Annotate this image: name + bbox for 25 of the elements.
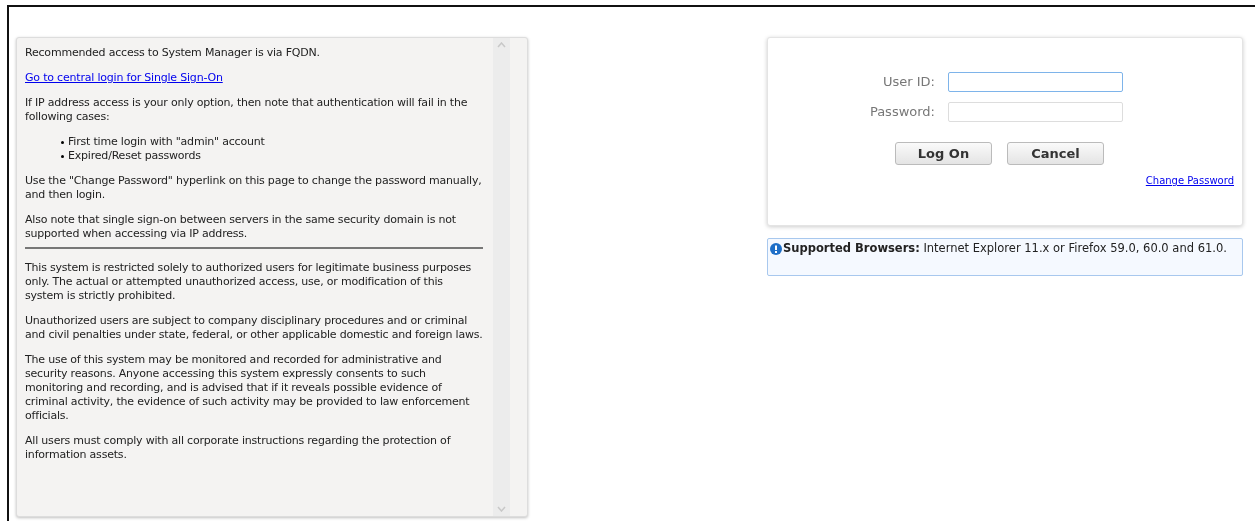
notice-paragraph: Recommended access to System Manager is via FQDN.	[25, 46, 321, 60]
notice-paragraph: Also note that single sign-on between servers in the same security domain is not supported when accessing via IP address.	[25, 213, 457, 241]
input-field[interactable]	[948, 72, 1123, 92]
list-item: Expired/Reset passwords	[68, 149, 201, 163]
info-icon	[770, 243, 782, 255]
form-button[interactable]: Log On	[895, 142, 992, 165]
field-label: User ID:	[882, 73, 936, 92]
bullet-icon	[61, 141, 64, 144]
input-field[interactable]	[948, 102, 1123, 122]
change-password-link[interactable]: Change Password	[1145, 173, 1234, 188]
sso-link[interactable]: Go to central login for Single Sign-On	[25, 71, 223, 85]
scroll-up-icon[interactable]	[497, 42, 506, 48]
notice-paragraph: The use of this system may be monitored and recorded for administrative and security reasons. Anyone accessing this system expressly consents to such monitoring and recording, and is advised that if it reveals possible evidence of criminal activity, the evidence of such activity may be provided to law enforcement officials.	[25, 353, 471, 423]
notice-paragraph: If IP address access is your only option, then note that authentication will fail in the following cases:	[25, 96, 469, 124]
scrollbar[interactable]	[493, 38, 510, 516]
notice-paragraph: All users must comply with all corporate instructions regarding the protection of information assets.	[25, 434, 452, 462]
supported-browsers-note: Supported Browsers: Internet Explorer 11.x or Firefox 59.0, 60.0 and 61.0.	[783, 242, 1227, 255]
bullet-icon	[61, 155, 64, 158]
list-item: First time login with "admin" account	[68, 135, 265, 149]
notice-paragraph: Unauthorized users are subject to company disciplinary procedures and or criminal and civil penalties under state, federal, or other applicable domestic and foreign laws.	[25, 314, 483, 342]
form-button[interactable]: Cancel	[1007, 142, 1104, 165]
notice-paragraph: This system is restricted solely to authorized users for legitimate business purposes only. The actual or attempted unauthorized access, use, or modification of this system is strictly prohibited.	[25, 261, 472, 303]
scroll-down-icon[interactable]	[497, 506, 506, 512]
notice-paragraph: Use the "Change Password" hyperlink on this page to change the password manually, and then login.	[25, 174, 483, 202]
field-label: Password:	[868, 103, 936, 122]
